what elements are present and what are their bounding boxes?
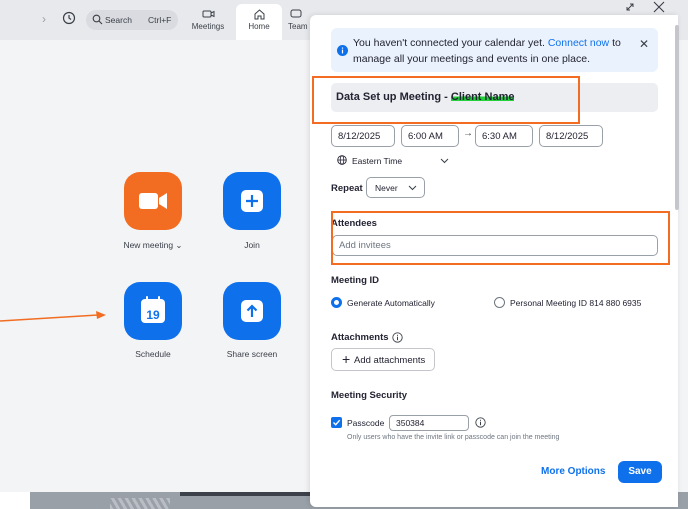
expand-icon [626,3,634,11]
time-range-arrow: → [463,128,473,139]
new-meeting-label[interactable]: New meeting ⌄ [103,240,203,251]
calendar-day: 19 [146,308,160,322]
tab-label: Team [288,22,308,31]
info-icon [337,45,348,56]
attachments-label: Attachments [331,332,389,343]
start-time-picker[interactable]: 6:00 AM [401,125,459,147]
passcode-label: Passcode [347,418,385,428]
repeat-label: Repeat [331,183,363,194]
video-camera-icon [202,10,214,18]
tab-home[interactable]: Home [236,4,282,40]
passcode-checkbox[interactable] [331,417,342,428]
join-button[interactable] [223,172,281,230]
add-attachments-label: Add attachments [354,355,426,366]
bottom-strip-pattern [110,498,170,509]
end-time-picker[interactable]: 6:30 AM [475,125,533,147]
window-controls [626,1,665,13]
more-options-button[interactable]: More Options [541,466,605,477]
add-attachments-button[interactable]: + Add attachments [331,348,435,371]
search-label: Search [105,15,132,25]
close-icon[interactable]: ✕ [639,36,649,52]
new-meeting-button[interactable] [124,172,182,230]
forward-chevron-icon[interactable]: › [42,12,46,26]
calendar-notice: You haven't connected your calendar yet.… [331,28,658,72]
share-screen-label[interactable]: Share screen [202,349,302,359]
search-shortcut: Ctrl+F [148,15,172,25]
chat-icon [290,9,302,18]
start-date-picker[interactable]: 8/12/2025 [331,125,395,147]
meeting-security-label: Meeting Security [331,390,408,401]
video-camera-icon [139,193,167,209]
chevron-down-icon[interactable]: ⌄ [175,240,182,250]
bottom-strip-bar [180,492,310,496]
annotation-arrow-icon [0,311,106,322]
personal-meeting-id-label[interactable]: Personal Meeting ID 814 880 6935 [510,298,641,308]
connect-now-link[interactable]: Connect now [548,37,609,49]
annotation-box-title [312,76,580,124]
history-icon[interactable] [62,11,76,25]
checkmark-icon [333,419,341,426]
chevron-down-icon[interactable] [440,157,449,164]
schedule-button[interactable]: 19 [124,282,182,340]
tab-meetings[interactable]: Meetings [188,4,228,40]
info-icon[interactable] [475,417,486,428]
save-button[interactable]: Save [618,461,662,483]
home-icon [254,9,264,20]
annotation-box-attendees [331,211,670,265]
plus-icon [241,190,263,212]
share-screen-button[interactable] [223,282,281,340]
timezone-select[interactable]: Eastern Time [352,156,402,166]
join-label[interactable]: Join [202,240,302,250]
notice-text: You haven't connected your calendar yet. [353,37,545,49]
passcode-input[interactable] [389,415,469,431]
chevron-down-icon[interactable] [408,184,417,191]
share-arrow-icon [241,300,263,322]
tab-team[interactable]: Team [288,4,312,40]
close-icon [653,1,665,13]
schedule-label[interactable]: Schedule [103,349,203,359]
info-icon[interactable] [392,332,403,343]
panel-scrollbar[interactable] [675,25,679,210]
generate-automatically-radio[interactable] [331,297,342,308]
generate-automatically-label[interactable]: Generate Automatically [347,298,435,308]
search-bar[interactable]: Search Ctrl+F [86,10,178,30]
search-icon [92,14,103,25]
meeting-id-label: Meeting ID [331,275,380,286]
personal-meeting-id-radio[interactable] [494,297,505,308]
tab-label: Home [248,22,270,31]
plus-icon: + [342,351,351,367]
passcode-note: Only users who have the invite link or p… [347,434,560,441]
globe-icon [337,155,347,165]
end-date-picker[interactable]: 8/12/2025 [539,125,603,147]
calendar-icon: 19 [141,296,165,323]
tab-label: Meetings [191,22,225,31]
